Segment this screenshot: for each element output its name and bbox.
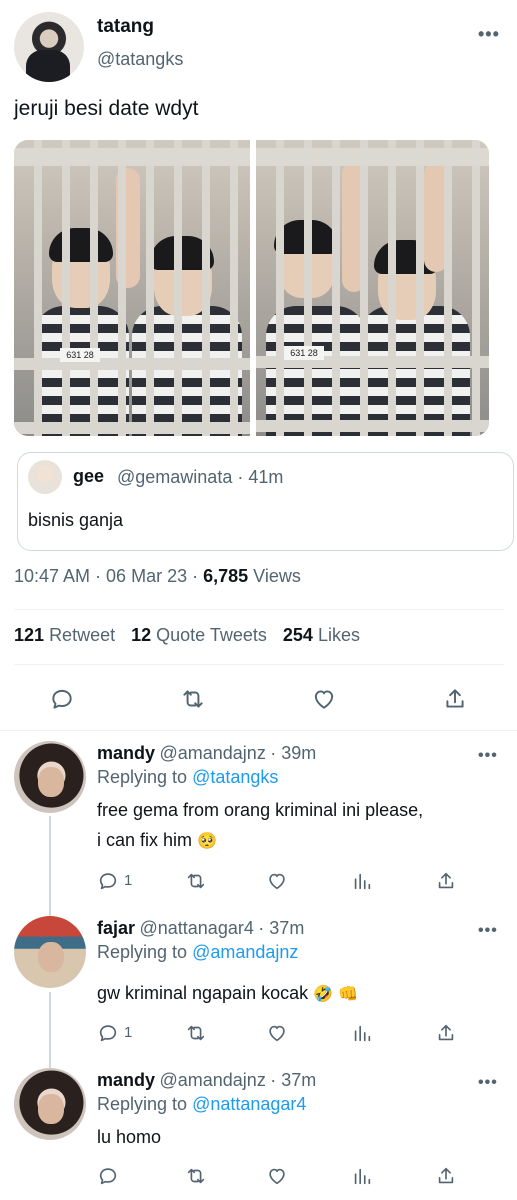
views-icon[interactable] — [351, 870, 373, 897]
author-avatar[interactable] — [14, 12, 84, 82]
reply-text-line: lu homo — [97, 1127, 162, 1147]
reply-avatar[interactable] — [14, 741, 86, 813]
quotes-stat[interactable]: 12 Quote Tweets — [131, 625, 267, 645]
retweet-icon[interactable] — [180, 686, 206, 712]
replying-to-label: Replying to — [97, 942, 188, 962]
retweets-stat[interactable]: 121 Retweet — [14, 625, 115, 645]
retweet-icon[interactable] — [185, 870, 207, 897]
reply-text-line: gw kriminal ngapain kocak — [97, 983, 309, 1003]
tweet-timestamp: 10:47 AM · 06 Mar 23 · 6,785 Views — [14, 566, 301, 587]
share-icon[interactable] — [435, 1022, 457, 1049]
reply-icon[interactable] — [49, 686, 75, 712]
replying-to-handle[interactable]: @nattanagar4 — [192, 1094, 306, 1114]
quotes-count: 12 — [131, 625, 152, 645]
replying-to: Replying to @amandajnz — [97, 942, 298, 963]
reply-text-line: i can fix him — [97, 830, 193, 850]
reply-author-handle[interactable]: @amandajnz — [159, 743, 265, 763]
more-options-icon[interactable]: ••• — [478, 1074, 498, 1092]
retweets-count: 121 — [14, 625, 45, 645]
replying-to: Replying to @tatangks — [97, 767, 278, 788]
reply-text-line: free gema from orang kriminal ini please… — [97, 800, 424, 820]
pleading-face-emoji: 🥺 — [197, 831, 217, 850]
quote-author-name: gee — [73, 466, 105, 486]
share-icon[interactable] — [435, 870, 457, 897]
reply-header: mandy @amandajnz · 39m — [97, 743, 316, 764]
likes-stat[interactable]: 254 Likes — [283, 625, 360, 645]
retweet-icon[interactable] — [185, 1022, 207, 1049]
tweet-stats: 121 Retweet 12 Quote Tweets 254 Likes — [14, 625, 360, 646]
quotes-label: Quote Tweets — [156, 625, 267, 645]
reply-icon[interactable] — [97, 1022, 119, 1049]
quote-time: · 41m — [237, 467, 284, 487]
likes-label: Likes — [317, 625, 360, 645]
laughing-fist-emoji: 🤣 👊 — [313, 984, 359, 1003]
photo-plate: 631 28 — [284, 346, 324, 360]
more-options-icon[interactable]: ••• — [478, 747, 498, 765]
reply-author-name[interactable]: fajar — [97, 918, 135, 938]
views-icon[interactable] — [351, 1165, 373, 1192]
reply-author-name[interactable]: mandy — [97, 743, 155, 763]
quote-author-handle: @gemawinata — [117, 467, 233, 487]
reply-author-handle[interactable]: @amandajnz — [159, 1070, 265, 1090]
share-icon[interactable] — [435, 1165, 457, 1192]
quote-author-meta: @gemawinata · 41m — [117, 467, 283, 488]
heart-icon[interactable] — [266, 1165, 288, 1192]
replying-to: Replying to @nattanagar4 — [97, 1094, 306, 1115]
reply-avatar[interactable] — [14, 1068, 86, 1140]
tweet-photo-2[interactable]: 631 28 — [256, 140, 489, 436]
views-label: Views — [248, 566, 301, 586]
reply-author-handle[interactable]: @nattanagar4 — [139, 918, 253, 938]
reply-header: fajar @nattanagar4 · 37m — [97, 918, 304, 939]
reply-icon[interactable] — [97, 870, 119, 897]
replying-to-handle[interactable]: @amandajnz — [192, 942, 298, 962]
reply-text: free gema from orang kriminal ini please… — [97, 795, 423, 856]
more-options-icon[interactable]: ••• — [478, 922, 498, 940]
reply-author-name[interactable]: mandy — [97, 1070, 155, 1090]
heart-icon[interactable] — [266, 1022, 288, 1049]
tweet-text: jeruji besi date wdyt — [14, 97, 199, 120]
retweets-label: Retweet — [49, 625, 116, 645]
views-count: 6,785 — [203, 566, 249, 586]
reply-time: · 37m — [270, 1070, 317, 1090]
reply-count: 1 — [124, 872, 133, 889]
reply-icon[interactable] — [97, 1165, 119, 1192]
likes-count: 254 — [282, 625, 313, 645]
views-icon[interactable] — [351, 1022, 373, 1049]
divider — [0, 730, 517, 731]
reply-header: mandy @amandajnz · 37m — [97, 1070, 316, 1091]
replying-to-label: Replying to — [97, 767, 188, 787]
quote-text: bisnis ganja — [28, 510, 124, 530]
author-name[interactable]: tatang — [97, 16, 154, 38]
reply-count: 1 — [124, 1024, 133, 1041]
heart-icon[interactable] — [311, 686, 337, 712]
reply-text: gw kriminal ngapain kocak 🤣 👊 — [97, 978, 358, 1009]
divider — [14, 609, 504, 610]
quote-author-avatar — [28, 460, 62, 494]
thread-line — [49, 992, 51, 1068]
replying-to-label: Replying to — [97, 1094, 188, 1114]
divider — [14, 664, 504, 665]
reply-avatar[interactable] — [14, 916, 86, 988]
reply-time: · 39m — [270, 743, 317, 763]
author-handle[interactable]: @tatangks — [97, 49, 183, 70]
share-icon[interactable] — [442, 686, 468, 712]
reply-text: lu homo — [97, 1122, 161, 1152]
heart-icon[interactable] — [266, 870, 288, 897]
reply-time: · 37m — [258, 918, 305, 938]
thread-line — [49, 816, 51, 916]
timestamp-text: 10:47 AM · 06 Mar 23 · — [14, 566, 204, 586]
replying-to-handle[interactable]: @tatangks — [192, 767, 278, 787]
photo-plate: 631 28 — [60, 348, 100, 362]
retweet-icon[interactable] — [185, 1165, 207, 1192]
more-options-icon[interactable]: ••• — [478, 24, 500, 45]
tweet-photo-1[interactable]: 631 28 — [14, 140, 250, 436]
